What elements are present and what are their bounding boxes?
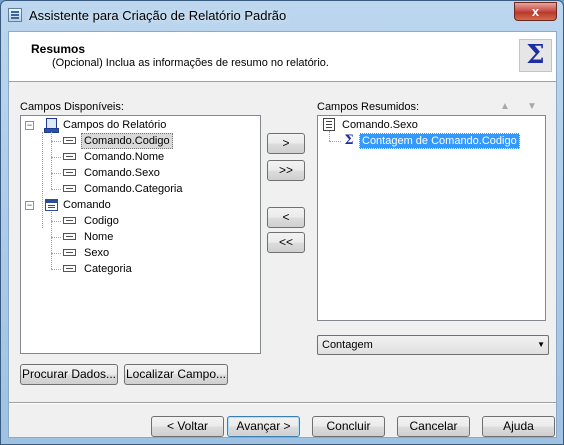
field-icon <box>63 217 76 224</box>
tree-item-label: Nome <box>84 231 114 243</box>
remove-all-fields-button[interactable]: << <box>267 232 305 253</box>
window-title: Assistente para Criação de Relatório Pad… <box>29 8 287 23</box>
tree-group-label: Comando.Sexo <box>342 119 418 131</box>
summarized-fields-tree[interactable]: Comando.Sexo Σ Contagem de Comando.Codig… <box>317 115 546 321</box>
field-icon <box>63 153 76 160</box>
tree-item-comando-nome[interactable]: Comando.Nome <box>21 149 256 165</box>
chevron-down-icon: ▼ <box>537 340 545 349</box>
tree-item-comando-codigo[interactable]: Comando.Codigo <box>21 133 256 149</box>
summary-function-value: Contagem <box>322 339 373 351</box>
field-icon <box>63 185 76 192</box>
field-icon <box>63 137 76 144</box>
tree-summary-contagem[interactable]: Σ Contagem de Comando.Codigo <box>318 133 543 149</box>
field-icon <box>63 265 76 272</box>
field-icon <box>63 249 76 256</box>
tree-node-report-fields[interactable]: − Campos do Relatório <box>21 117 256 133</box>
tree-item-label: Comando.Codigo <box>81 133 173 149</box>
tree-item-codigo[interactable]: Codigo <box>21 213 256 229</box>
tree-item-nome[interactable]: Nome <box>21 229 256 245</box>
field-icon <box>63 233 76 240</box>
remove-field-button[interactable]: < <box>267 207 305 228</box>
find-field-button[interactable]: Localizar Campo... <box>124 364 228 385</box>
summary-sigma-icon: Σ <box>519 39 552 72</box>
app-icon <box>8 8 22 22</box>
group-icon <box>323 118 335 131</box>
help-button[interactable]: Ajuda <box>482 416 555 437</box>
tree-item-label: Codigo <box>84 215 119 227</box>
available-fields-label: Campos Disponíveis: <box>20 101 124 113</box>
sigma-icon: Σ <box>344 133 354 148</box>
field-icon <box>63 169 76 176</box>
cancel-button[interactable]: Cancelar <box>397 416 470 437</box>
tree-item-label: Categoria <box>84 263 132 275</box>
tree-item-comando-categoria[interactable]: Comando.Categoria <box>21 181 256 197</box>
add-field-button[interactable]: > <box>267 133 305 154</box>
step-title: Resumos <box>31 42 86 56</box>
tree-node-label: Campos do Relatório <box>63 119 167 131</box>
collapse-icon[interactable]: − <box>25 201 34 210</box>
tree-item-label: Comando.Nome <box>84 151 165 163</box>
close-button[interactable]: x <box>514 2 557 21</box>
tree-item-categoria[interactable]: Categoria <box>21 261 256 277</box>
tree-item-label: Comando.Categoria <box>84 183 183 195</box>
tree-item-label: Comando.Sexo <box>84 167 160 179</box>
collapse-icon[interactable]: − <box>25 121 34 130</box>
step-description: (Opcional) Inclua as informações de resu… <box>52 57 329 69</box>
tree-item-sexo[interactable]: Sexo <box>21 245 256 261</box>
next-button[interactable]: Avançar > <box>227 416 300 437</box>
tree-item-label: Sexo <box>84 247 110 259</box>
move-down-icon[interactable]: ▼ <box>526 101 538 113</box>
tree-node-comando[interactable]: − Comando <box>21 197 256 213</box>
add-all-fields-button[interactable]: >> <box>267 160 305 181</box>
tree-summary-label: Contagem de Comando.Codigo <box>359 133 520 149</box>
wizard-window: Assistente para Criação de Relatório Pad… <box>0 0 564 445</box>
summarized-fields-label: Campos Resumidos: <box>317 101 420 113</box>
tree-node-label: Comando <box>63 199 111 211</box>
table-icon <box>45 199 58 211</box>
dialog-client-area: Resumos (Opcional) Inclua as informações… <box>8 31 557 438</box>
tree-item-comando-sexo[interactable]: Comando.Sexo <box>21 165 256 181</box>
move-up-icon[interactable]: ▲ <box>499 101 511 113</box>
summary-function-select[interactable]: Contagem ▼ <box>317 335 549 355</box>
title-bar[interactable]: Assistente para Criação de Relatório Pad… <box>1 1 563 31</box>
finish-button[interactable]: Concluir <box>312 416 385 437</box>
report-fields-icon <box>44 118 59 133</box>
wizard-header: Resumos (Opcional) Inclua as informações… <box>9 32 556 82</box>
tree-group-comando-sexo[interactable]: Comando.Sexo <box>318 117 543 133</box>
back-button[interactable]: < Voltar <box>151 416 224 437</box>
browse-data-button[interactable]: Procurar Dados... <box>20 364 118 385</box>
available-fields-tree[interactable]: − Campos do Relatório Comando.Codigo Com… <box>20 115 261 354</box>
footer-divider <box>9 402 556 404</box>
